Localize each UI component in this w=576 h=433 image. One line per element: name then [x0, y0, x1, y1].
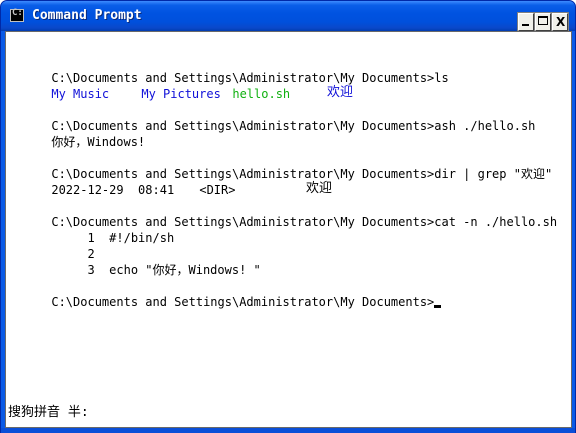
minimize-button[interactable]: [517, 12, 535, 32]
prompt-line: C:\Documents and Settings\Administrator\…: [8, 150, 552, 181]
window-bottom-border: [1, 428, 575, 433]
script-output: 你好，Windows!: [51, 135, 146, 149]
window-title: Command Prompt: [32, 8, 142, 23]
prompt-line: C:\Documents and Settings\Administrator\…: [8, 102, 535, 133]
prompt-line: C:\Documents and Settings\Administrator\…: [8, 198, 557, 229]
console-icon[interactable]: C:: [10, 8, 24, 22]
maximize-button[interactable]: [534, 12, 552, 32]
ime-status-bar: 搜狗拼音 半:: [8, 405, 89, 420]
text-cursor: [434, 305, 442, 308]
close-button[interactable]: X: [551, 12, 569, 32]
dir-entry-huanying: 欢迎: [326, 85, 353, 100]
dir-output-line: <DIR>: [156, 166, 235, 197]
title-bar[interactable]: C: Command Prompt X: [1, 1, 575, 32]
current-prompt: C:\Documents and Settings\Administrator\…: [51, 295, 435, 309]
dir-output-line: 欢迎: [259, 165, 332, 196]
prompt-line: C:\Documents and Settings\Administrator\…: [8, 54, 448, 85]
dir-type: <DIR>: [199, 183, 236, 197]
cat-output-line: 1 #!/bin/sh: [8, 214, 174, 245]
prompt-line: C:\Documents and Settings\Administrator\…: [8, 278, 442, 309]
command-prompt-window: C: Command Prompt X C:\Documents and Set…: [0, 0, 576, 433]
dir-output-line: 2022-12-29 08:41: [8, 166, 174, 197]
dir-name: 欢迎: [305, 181, 332, 196]
console-output-area[interactable]: C:\Documents and Settings\Administrator\…: [5, 31, 572, 428]
cat-output-line: 3 echo "你好，Windows! ": [8, 246, 260, 277]
ls-output-line: hello.sh: [189, 70, 290, 101]
ls-output-line: My Music: [8, 70, 109, 101]
cat-output-line: 2: [8, 230, 94, 261]
close-icon: X: [556, 15, 566, 29]
numbered-line: 3 echo "你好，Windows! ": [51, 263, 261, 277]
ls-output-line: 欢迎: [280, 69, 353, 100]
output-line: 你好，Windows!: [8, 118, 145, 149]
